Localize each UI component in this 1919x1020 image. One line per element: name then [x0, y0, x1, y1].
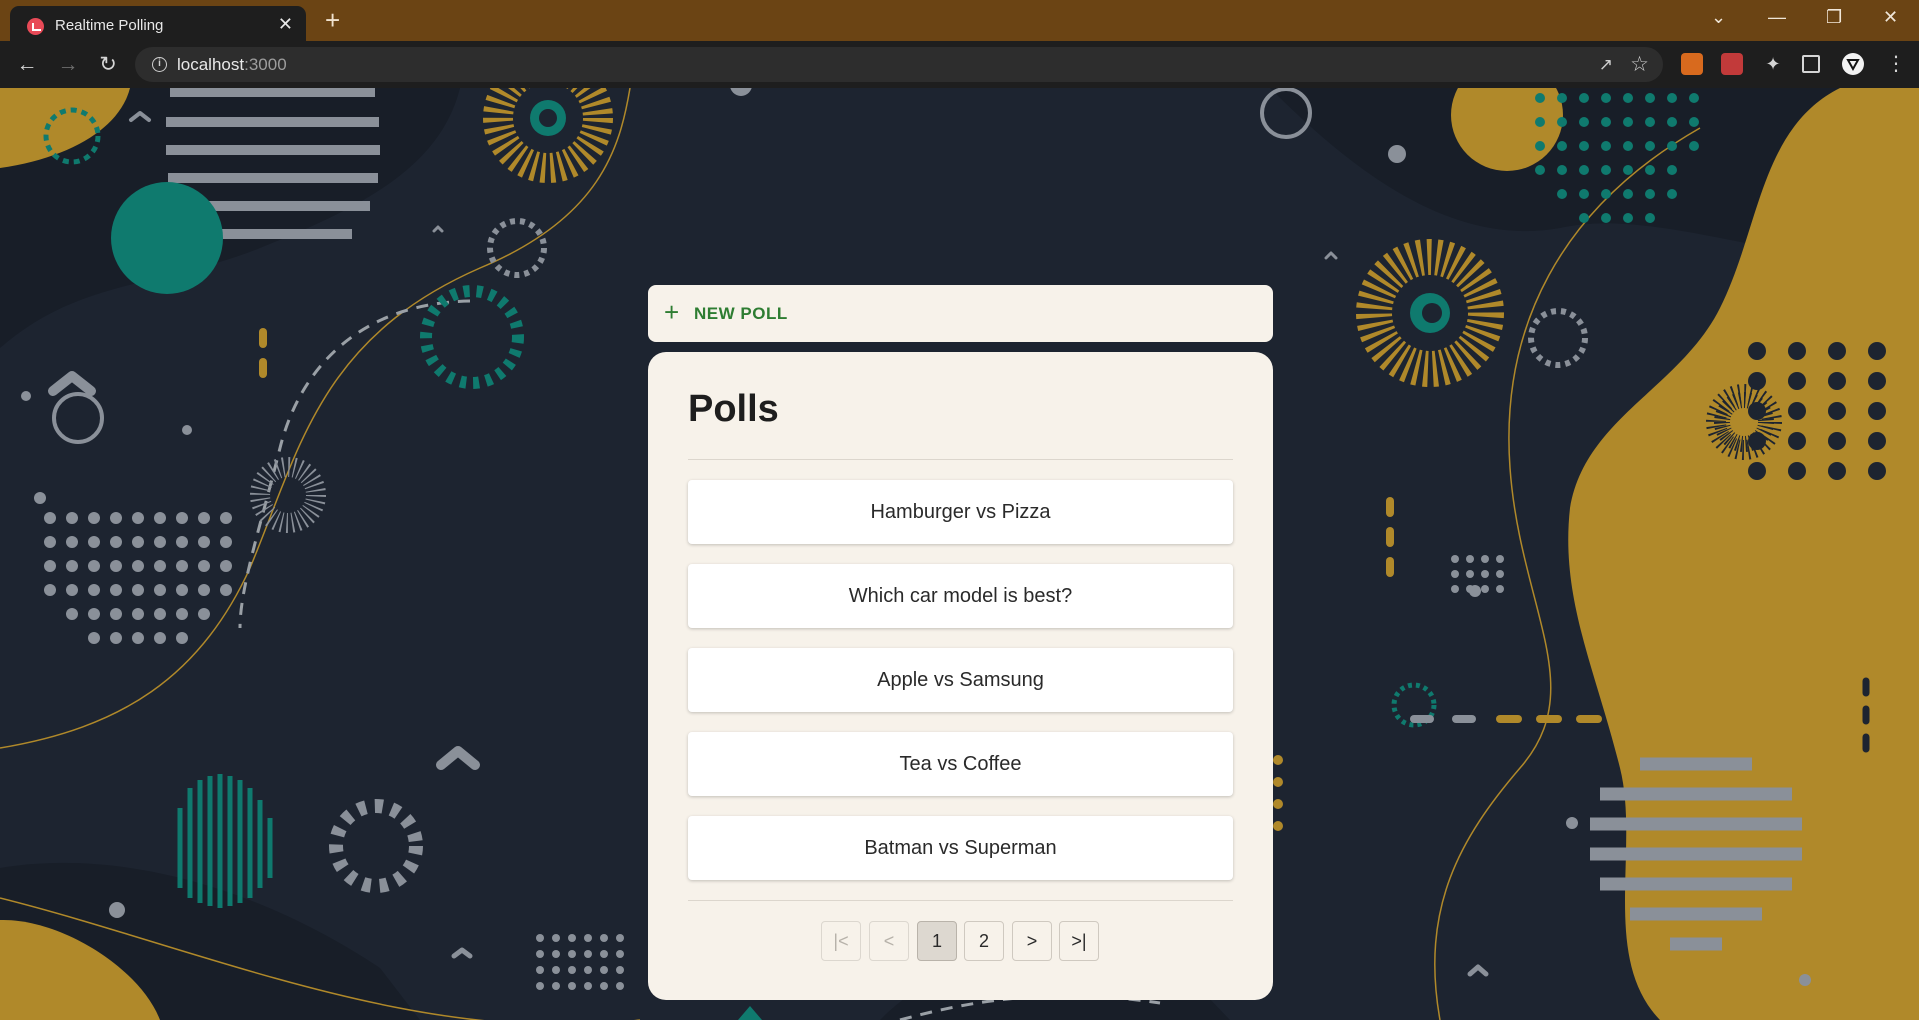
prev-page-button[interactable]: < — [869, 921, 909, 961]
poll-item[interactable]: Tea vs Coffee — [688, 732, 1233, 796]
next-page-button[interactable]: > — [1012, 921, 1052, 961]
menu-kebab-icon[interactable]: ⋮ — [1885, 53, 1907, 75]
tab-close-icon[interactable]: ✕ — [278, 14, 293, 34]
metamask-extension-icon[interactable] — [1681, 53, 1703, 75]
first-page-button[interactable]: |< — [821, 921, 861, 961]
page-title: Polls — [688, 388, 779, 430]
last-page-button[interactable]: >| — [1059, 921, 1099, 961]
address-bar[interactable]: i localhost:3000 ↗ ☆ — [135, 47, 1663, 82]
close-window-icon[interactable]: ✕ — [1883, 7, 1898, 28]
page-viewport: + NEW POLL Polls Hamburger vs Pizza Whic… — [0, 88, 1919, 1020]
polls-card: Polls Hamburger vs Pizza Which car model… — [648, 352, 1273, 1000]
vercel-extension-icon[interactable] — [1842, 53, 1864, 75]
extension-icon[interactable] — [1721, 53, 1743, 75]
browser-tab[interactable]: Realtime Polling ✕ — [10, 6, 306, 41]
plus-icon: + — [664, 297, 680, 327]
poll-item[interactable]: Apple vs Samsung — [688, 648, 1233, 712]
minimize-icon[interactable]: — — [1768, 7, 1786, 28]
pagination: |< < 1 2 > >| — [821, 921, 1101, 961]
reload-icon[interactable]: ↻ — [94, 51, 122, 79]
side-panel-icon[interactable] — [1802, 55, 1820, 73]
new-poll-label: NEW POLL — [694, 304, 788, 323]
back-arrow-icon[interactable]: ← — [13, 51, 41, 79]
browser-toolbar: ← → ↻ i localhost:3000 ↗ ☆ ✦ ⋮ — [0, 41, 1919, 88]
url-text[interactable]: localhost:3000 — [177, 55, 287, 75]
tab-search-icon[interactable]: ⌄ — [1711, 7, 1726, 28]
share-icon[interactable]: ↗ — [1599, 55, 1613, 75]
poll-app-favicon-icon — [27, 18, 44, 35]
poll-item[interactable]: Which car model is best? — [688, 564, 1233, 628]
new-poll-button[interactable]: + NEW POLL — [648, 285, 1273, 342]
page-2-button[interactable]: 2 — [964, 921, 1004, 961]
poll-item[interactable]: Hamburger vs Pizza — [688, 480, 1233, 544]
browser-titlebar: Realtime Polling ✕ + ⌄ — ❐ ✕ — [0, 0, 1919, 41]
tab-title: Realtime Polling — [55, 17, 164, 34]
title-divider — [688, 459, 1233, 460]
puzzle-extensions-icon[interactable]: ✦ — [1762, 53, 1784, 75]
poll-item[interactable]: Batman vs Superman — [688, 816, 1233, 880]
page-1-button[interactable]: 1 — [917, 921, 957, 961]
restore-icon[interactable]: ❐ — [1826, 7, 1842, 28]
new-tab-button[interactable]: + — [325, 6, 340, 34]
forward-arrow-icon[interactable]: → — [54, 51, 82, 79]
list-divider — [688, 900, 1233, 901]
site-info-icon[interactable]: i — [152, 57, 167, 72]
star-icon[interactable]: ☆ — [1630, 52, 1649, 77]
